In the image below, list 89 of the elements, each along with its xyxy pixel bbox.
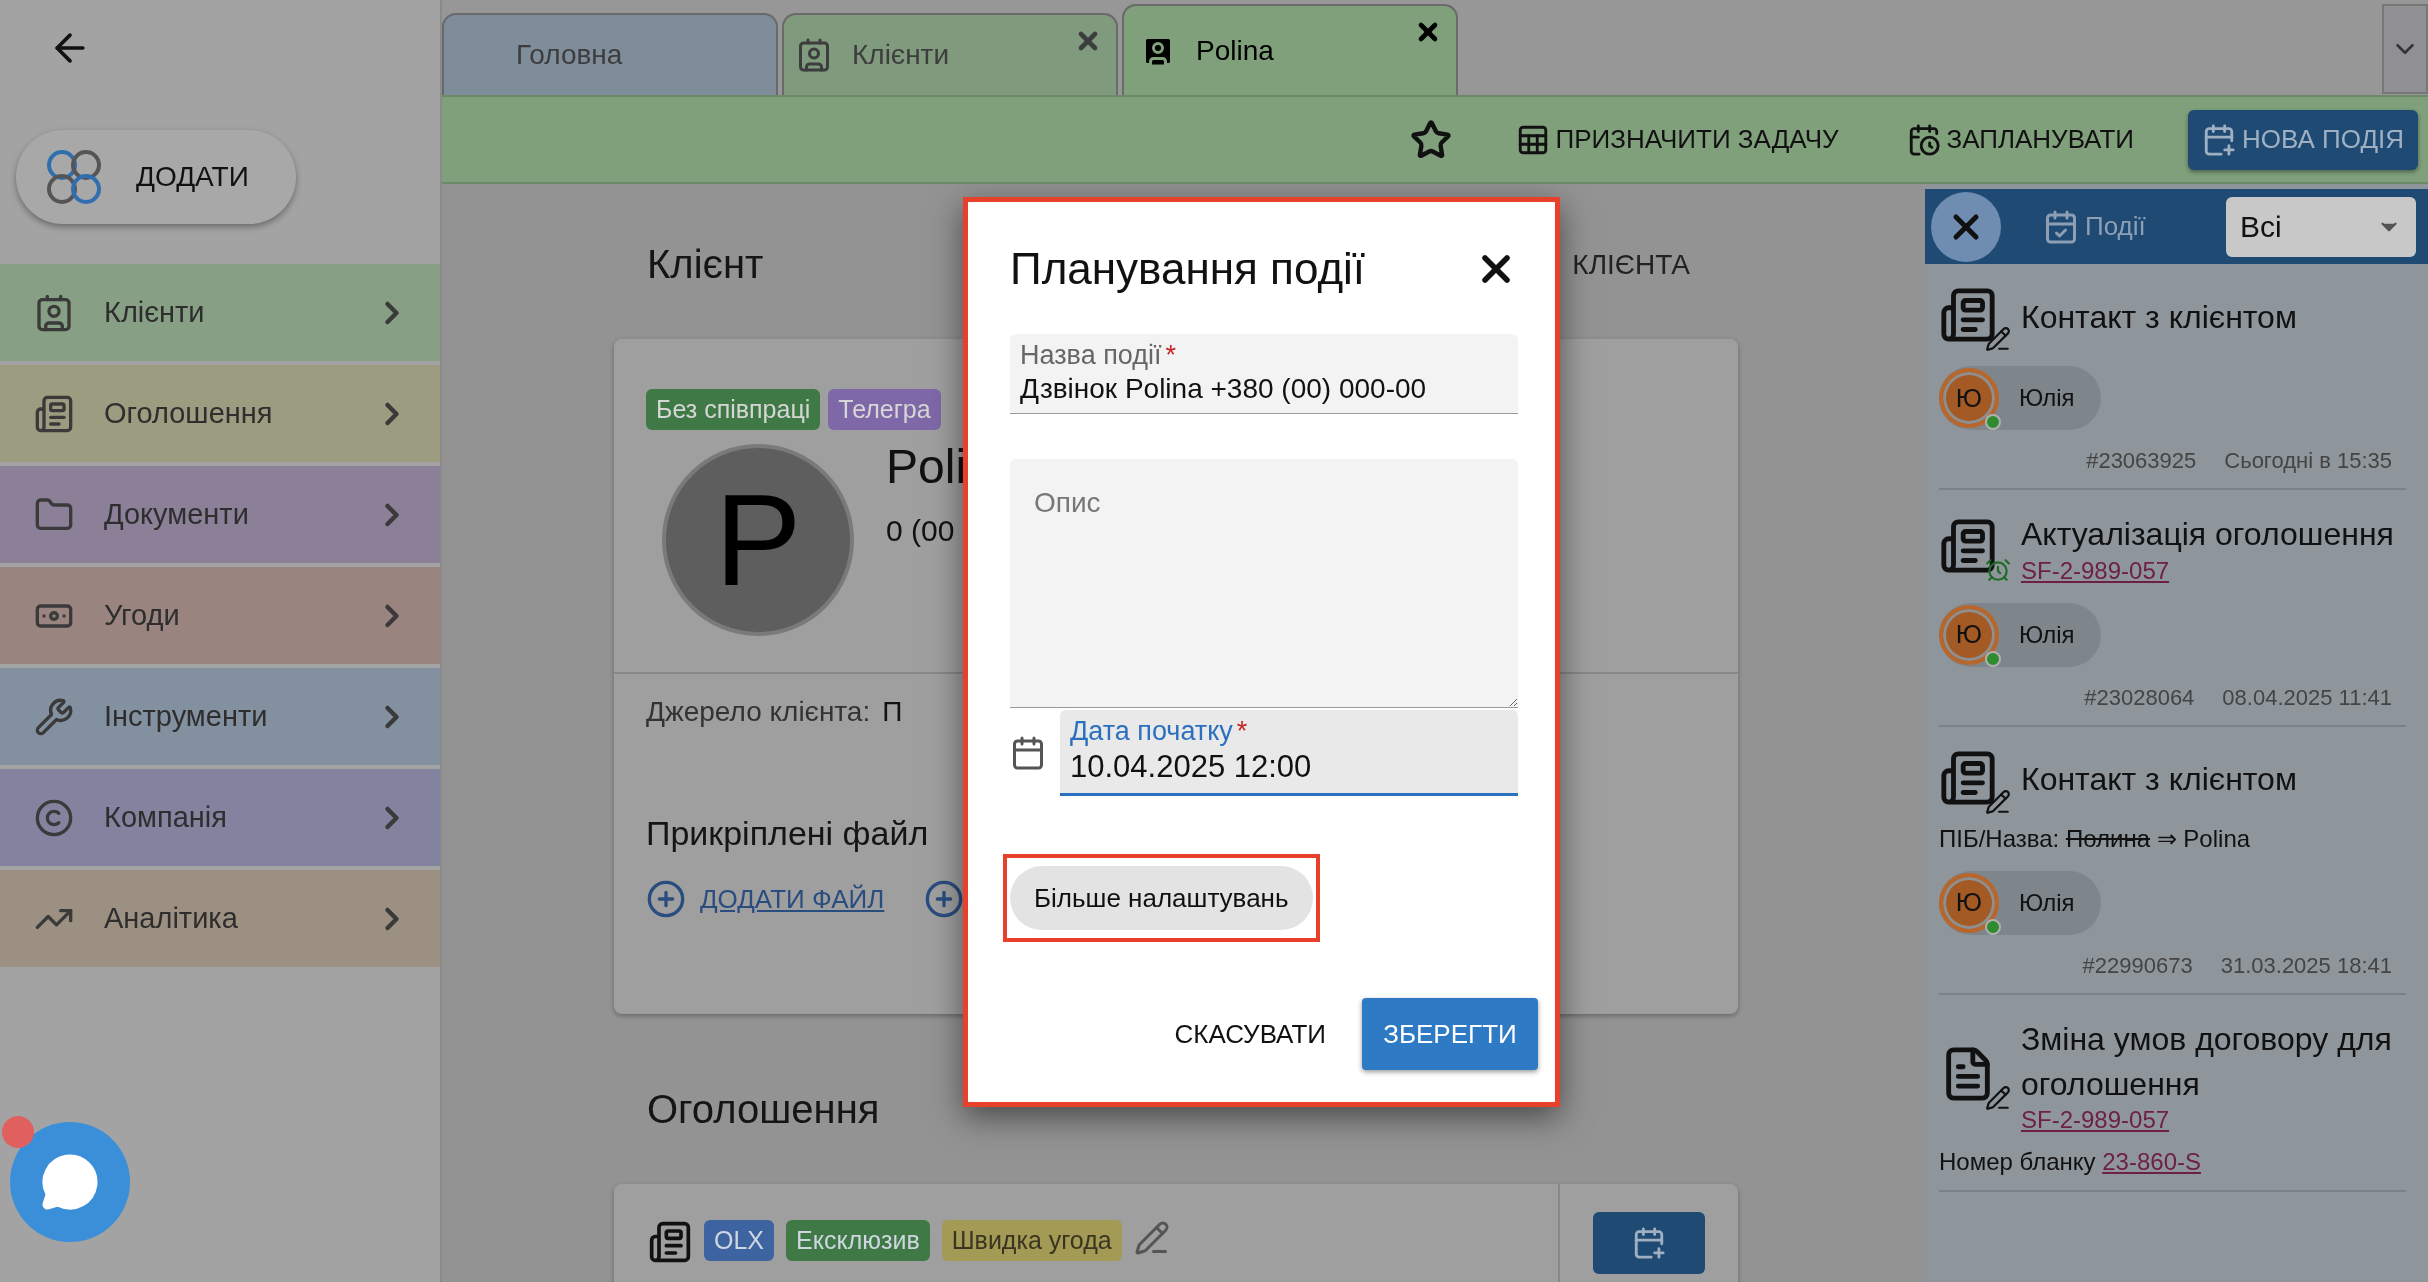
events-tab[interactable]: Події [2043,208,2146,245]
event-title: Контакт з клієнтом [2021,297,2297,337]
client-name: Poli [886,439,967,494]
event-name-input[interactable]: Дзвінок Polina +380 (00) 000-00 [1020,371,1508,405]
nav-item[interactable]: Інструменти [0,668,440,765]
change-note: ПІБ/Назва: Полина ⇒ Polina [1939,824,2252,853]
card-edit-icon [1939,748,2011,811]
event-id: #23028064 [2084,684,2195,711]
calendar-icon[interactable] [1010,735,1046,771]
tab[interactable]: Polina [1122,4,1458,95]
tag: Швидка угода [941,1220,1122,1261]
start-date-input[interactable]: 10.04.2025 12:00 [1070,747,1508,785]
event-time: 31.03.2025 18:41 [2220,952,2392,979]
section-heading: Оголошення [647,1086,880,1132]
nav-item[interactable]: Угоди [0,567,440,664]
date-field[interactable]: Дата початку* 10.04.2025 12:00 [1060,710,1518,796]
listing-link[interactable]: SF-2-989-057 [2021,1106,2406,1135]
description-field[interactable]: Опис [1010,459,1518,708]
nav-label: Оголошення [104,397,274,430]
event-id: #23063925 [2086,448,2197,474]
nav-label: Угоди [104,599,181,632]
nav-item[interactable]: Клієнти [0,264,440,361]
event-title: Актуалізація оголошення [2021,515,2394,554]
tag: OLX [704,1220,775,1261]
edit-icon[interactable] [1133,1220,1170,1256]
add-event-button[interactable] [1593,1212,1705,1274]
add-icon[interactable] [646,879,686,919]
event-time: 08.04.2025 11:41 [2222,684,2392,711]
event-time: Сьогодні в 15:35 [2224,448,2392,474]
tag: Ексклюзив [786,1220,930,1261]
event-id: #22990673 [2082,952,2193,979]
user-name: Юлія [2019,620,2075,649]
listing-link[interactable]: SF-2-989-057 [2021,556,2394,585]
event-title: Зміна умов договору для оголошення [2021,1019,2393,1104]
chat-icon [40,1152,100,1212]
filter-select[interactable]: Всі [2226,196,2416,257]
calendar-plus-icon [2202,122,2236,157]
card-edit-icon [1939,286,2011,348]
add-file-link[interactable]: ДОДАТИ ФАЙЛ [700,883,885,915]
tag: Без співпраці [646,389,821,430]
client-phone: 0 (00 [886,514,955,548]
user-name: Юлія [2019,384,2075,412]
field-label: Назва події* [1020,340,1177,371]
cancel-button[interactable]: СКАСУВАТИ [1164,1008,1336,1060]
client-avatar: P [662,444,854,636]
files-heading: Прикріплені файл [646,814,929,853]
nav-item[interactable]: Аналітика [0,870,440,967]
source-label: Джерело клієнта: [646,696,871,728]
user-avatar: Ю [1939,368,1999,428]
wrench-icon [34,696,74,737]
add-icon[interactable] [924,879,965,919]
field-label: Дата початку* [1070,716,1249,747]
toolbar-button[interactable]: НОВА ПОДІЯ [2188,109,2418,170]
contacts-icon [796,37,832,73]
star-icon[interactable] [1409,118,1452,161]
add-button[interactable]: ДОДАТИ [16,130,296,224]
nav-label: Клієнти [104,296,206,329]
nav-item[interactable]: Документи [0,466,440,563]
text-field[interactable]: Назва події* Дзвінок Polina +380 (00) 000-00 [1010,334,1518,414]
calendar-check-icon [2043,208,2079,245]
tab[interactable]: Головна [442,13,778,95]
nav-item[interactable]: Компанія [0,769,440,866]
tab[interactable]: Клієнти [782,13,1118,95]
copyright-icon [34,797,74,838]
contacts-icon [34,292,74,333]
nav-label: Аналітика [104,902,239,935]
nav-label: Компанія [104,801,228,834]
form-number-link[interactable]: 23-860-S [2102,1148,2201,1176]
dialog-title: Планування події [1010,244,1366,294]
source-value: П [882,696,903,728]
calendar-plus-icon [1632,1226,1666,1260]
user-avatar: Ю [1939,604,1999,665]
event-title: Контакт з клієнтом [2021,760,2297,800]
client-action-link[interactable]: КЛІЄНТА [1572,248,1690,281]
toolbar-button[interactable]: ЗАПЛАНУВАТИ [1892,109,2148,170]
newspaper-icon [648,1220,692,1264]
nav-label: Інструменти [104,700,269,733]
save-button[interactable]: ЗБЕРЕГТИ [1362,998,1538,1070]
user-avatar: Ю [1939,872,1999,933]
section-heading: Клієнт [647,242,764,287]
form-number-note: Номер бланку 23-860-S [1939,1148,2202,1177]
toolbar-button[interactable]: ПРИЗНАЧИТИ ЗАДАЧУ [1501,109,1853,170]
user-name: Юлія [2019,888,2075,917]
nav-label: Документи [104,498,250,531]
newspaper-icon [34,393,74,434]
tag: Телегра [828,389,941,430]
card-alarm-icon [1939,517,2011,580]
nav-item[interactable]: Оголошення [0,365,440,462]
more-settings-button[interactable]: Більше налаштувань [1010,866,1313,930]
